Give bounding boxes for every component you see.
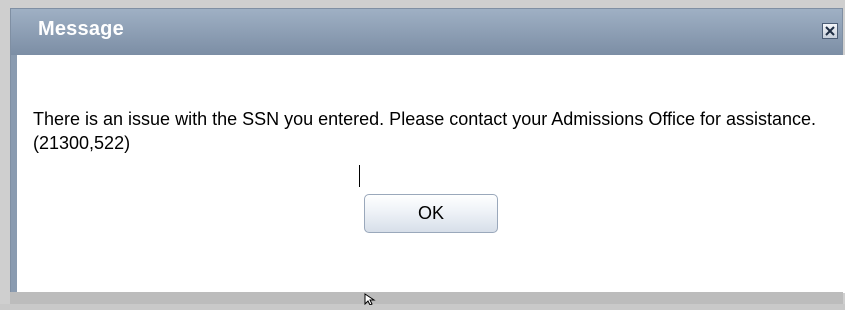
mouse-pointer-icon [364, 292, 376, 310]
page-background-strip [10, 292, 843, 304]
message-dialog: Message There is an issue with the SSN y… [10, 8, 845, 300]
dialog-body: There is an issue with the SSN you enter… [17, 55, 845, 293]
ok-button[interactable]: OK [364, 194, 498, 233]
close-button[interactable] [822, 23, 838, 39]
text-cursor [359, 165, 360, 187]
close-icon [824, 25, 836, 37]
dialog-titlebar[interactable]: Message [11, 9, 842, 55]
message-text: There is an issue with the SSN you enter… [33, 109, 817, 153]
dialog-title: Message [38, 18, 124, 40]
